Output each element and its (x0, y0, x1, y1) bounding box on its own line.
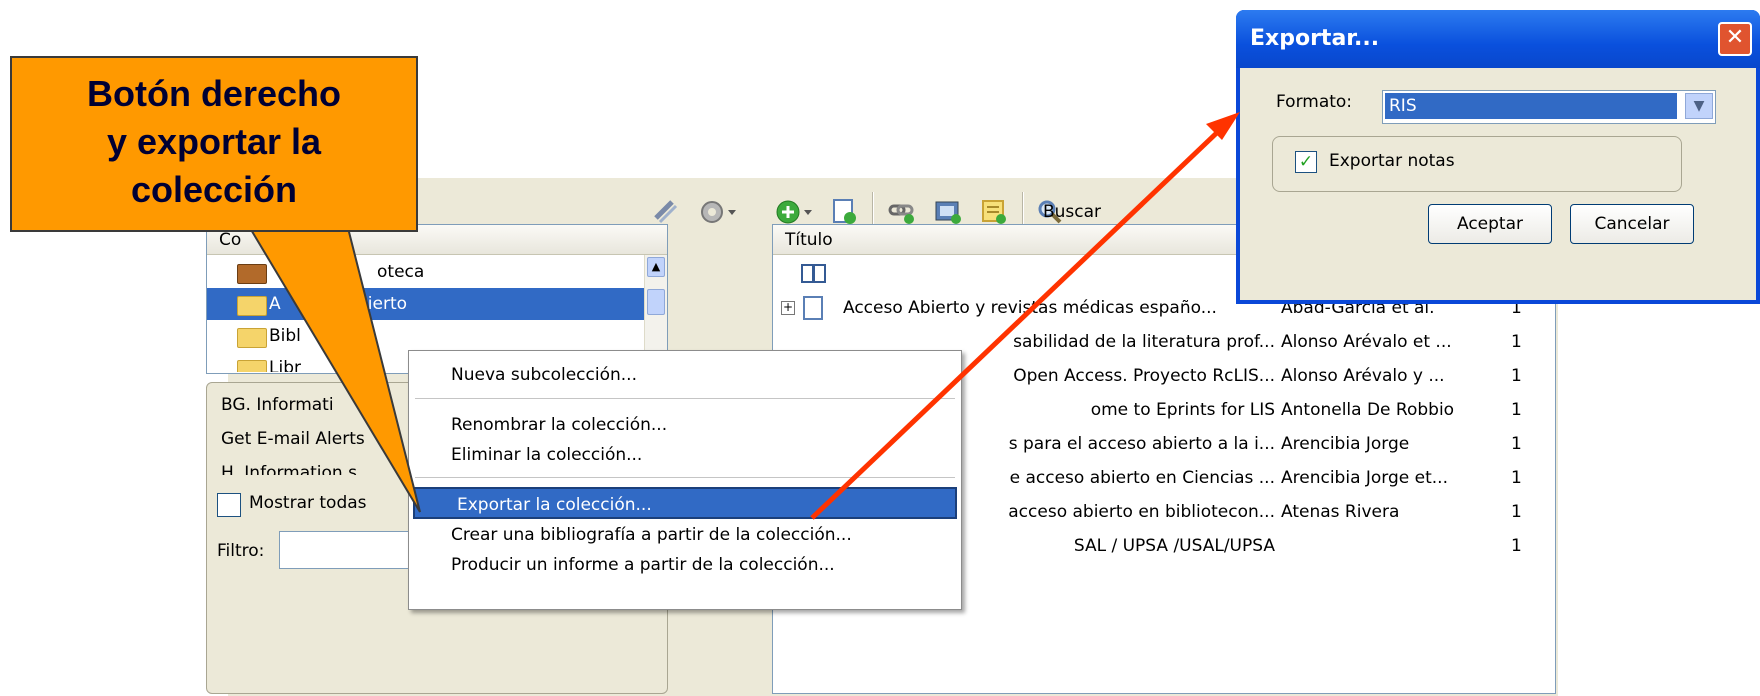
arrow-overlay (810, 112, 1240, 520)
pointer-arrow (810, 124, 1226, 520)
